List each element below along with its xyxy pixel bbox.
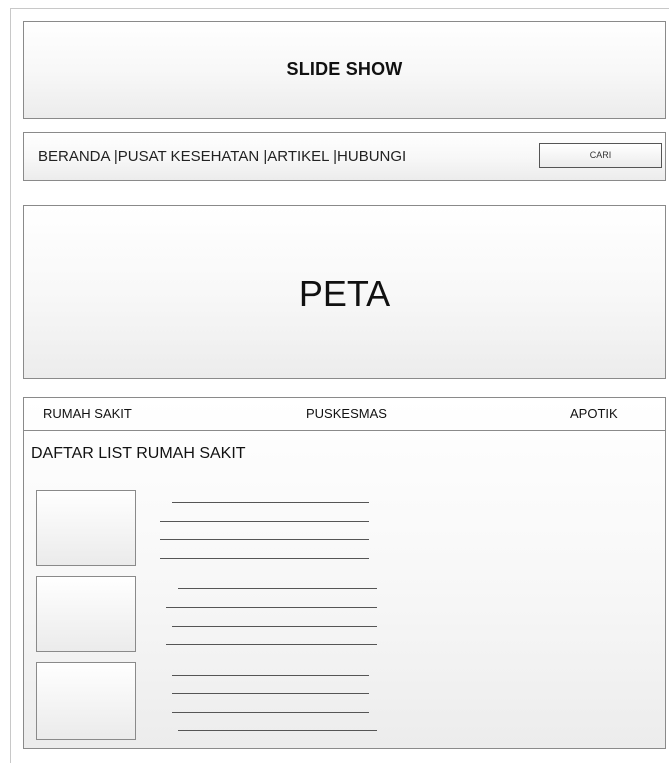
text-placeholder-line bbox=[160, 539, 369, 540]
facility-tabs: RUMAH SAKIT PUSKESMAS APOTIK bbox=[24, 398, 665, 431]
text-placeholder-line bbox=[160, 521, 369, 522]
nav-item-artikel[interactable]: ARTIKEL | bbox=[267, 148, 337, 165]
navigation-bar: BERANDA |PUSAT KESEHATAN |ARTIKEL |HUBUN… bbox=[23, 132, 666, 181]
text-placeholder-line bbox=[172, 626, 377, 627]
tab-apotik[interactable]: APOTIK bbox=[570, 406, 618, 421]
tab-rumah-sakit[interactable]: RUMAH SAKIT bbox=[43, 406, 132, 421]
nav-item-pusat-kesehatan[interactable]: PUSAT KESEHATAN | bbox=[118, 148, 268, 165]
list-item-thumbnail[interactable] bbox=[36, 662, 136, 740]
text-placeholder-line bbox=[178, 588, 377, 589]
text-placeholder-line bbox=[166, 607, 377, 608]
list-item-thumbnail[interactable] bbox=[36, 490, 136, 566]
nav-item-hubungi[interactable]: HUBUNGI bbox=[337, 148, 406, 165]
tab-puskesmas[interactable]: PUSKESMAS bbox=[306, 406, 387, 421]
map-label: PETA bbox=[298, 273, 391, 314]
text-placeholder-line bbox=[172, 675, 369, 676]
nav-menu: BERANDA |PUSAT KESEHATAN |ARTIKEL |HUBUN… bbox=[38, 148, 406, 165]
text-placeholder-line bbox=[172, 712, 369, 713]
map-panel[interactable]: PETA bbox=[23, 205, 666, 379]
search-button[interactable]: CARI bbox=[539, 143, 662, 168]
list-title: DAFTAR LIST RUMAH SAKIT bbox=[31, 445, 246, 462]
text-placeholder-line bbox=[178, 730, 377, 731]
nav-item-beranda[interactable]: BERANDA | bbox=[38, 148, 118, 165]
slideshow-banner[interactable]: SLIDE SHOW bbox=[23, 21, 666, 119]
text-placeholder-line bbox=[172, 502, 369, 503]
text-placeholder-line bbox=[172, 693, 369, 694]
list-item-thumbnail[interactable] bbox=[36, 576, 136, 652]
text-placeholder-line bbox=[160, 558, 369, 559]
slideshow-label: SLIDE SHOW bbox=[286, 59, 403, 79]
facility-list-panel: RUMAH SAKIT PUSKESMAS APOTIK DAFTAR LIST… bbox=[23, 397, 666, 749]
text-placeholder-line bbox=[166, 644, 377, 645]
